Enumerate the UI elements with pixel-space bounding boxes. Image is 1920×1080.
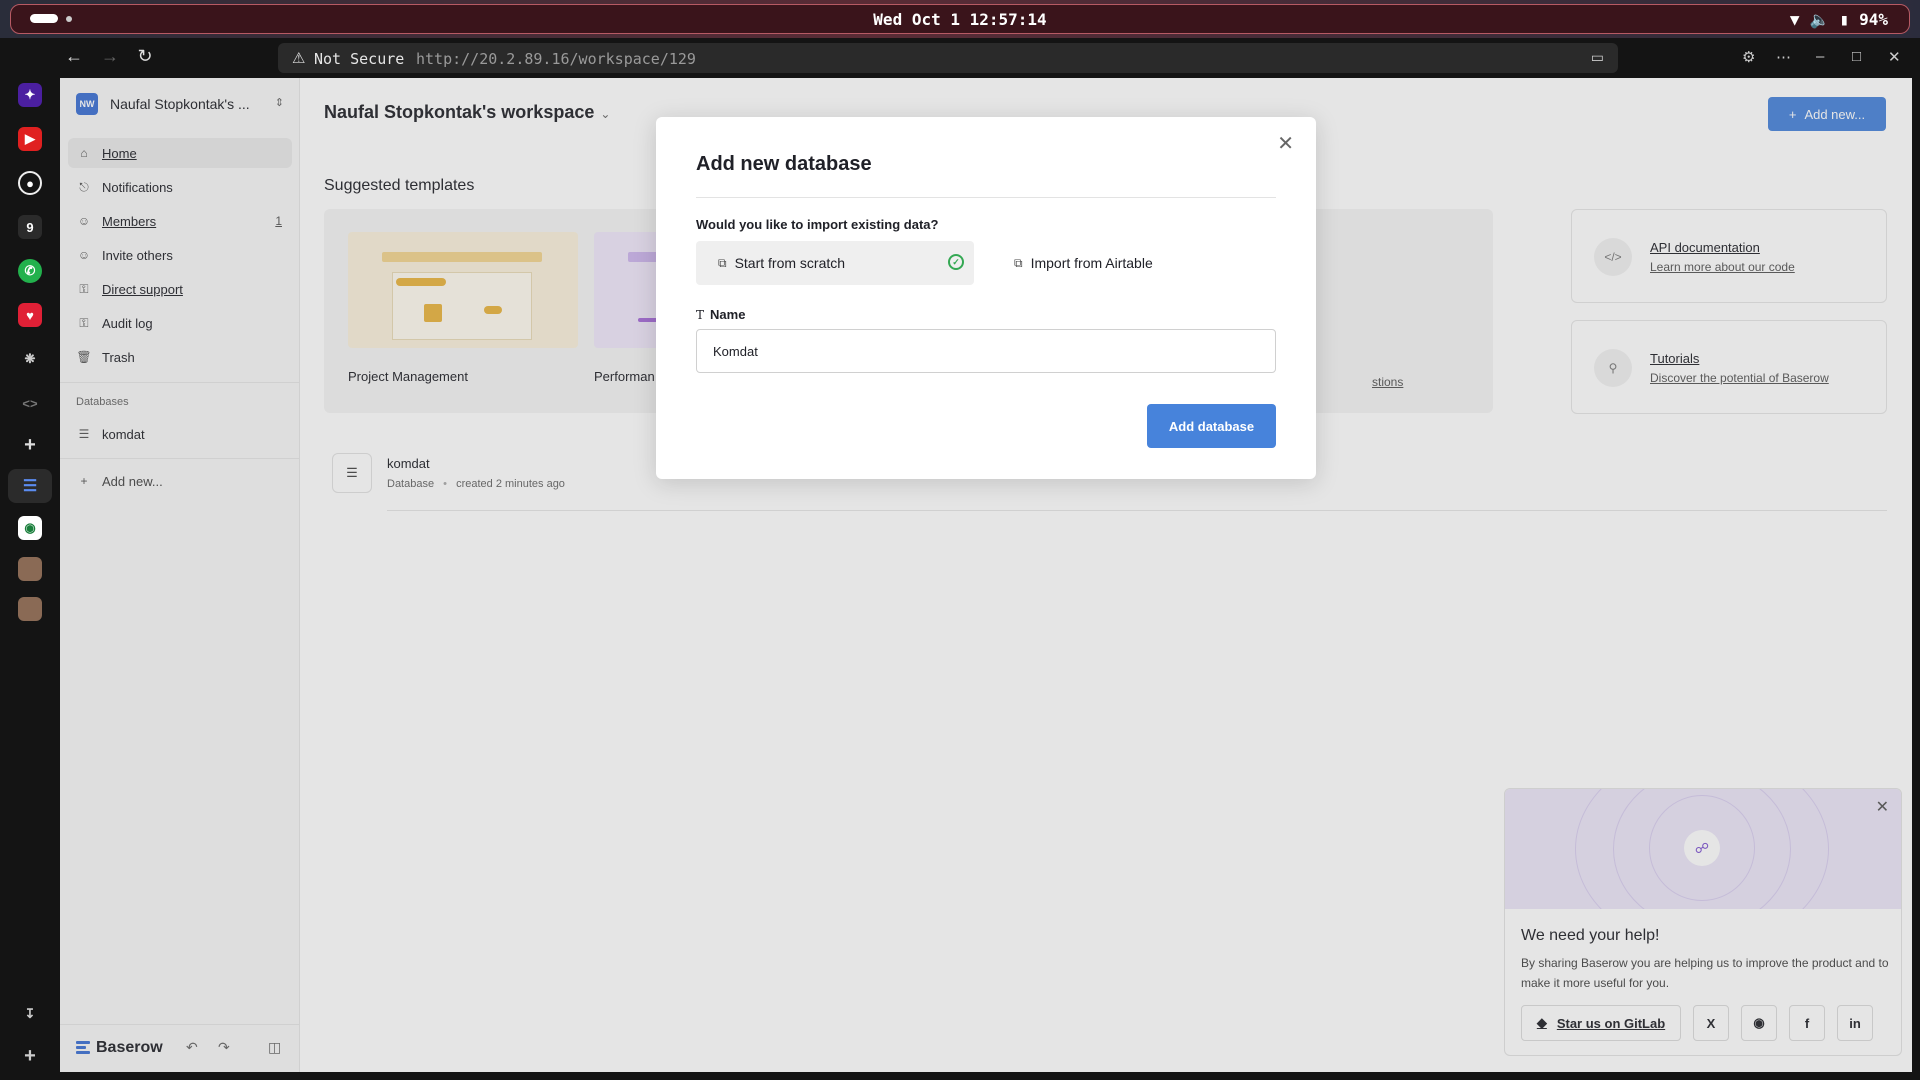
- checkmark-icon: ✓: [948, 254, 964, 270]
- os-clock: Wed Oct 1 12:57:14: [873, 10, 1047, 29]
- battery-icon: ▮: [1839, 10, 1850, 29]
- text-type-icon: T: [696, 308, 705, 322]
- add-database-modal: ✕ Add new database Would you like to imp…: [656, 117, 1316, 479]
- pocket-app-icon[interactable]: ♥: [18, 303, 42, 327]
- url-text[interactable]: http://20.2.89.16/workspace/129: [416, 50, 696, 68]
- brown-app-icon-2[interactable]: [18, 597, 42, 621]
- wifi-icon: ▼: [1789, 10, 1800, 29]
- add-app-icon[interactable]: +: [18, 433, 42, 457]
- copy-icon: ⧉: [1014, 255, 1023, 270]
- reload-icon[interactable]: ↻: [133, 46, 157, 67]
- whatsapp-app-icon[interactable]: ✆: [18, 259, 42, 283]
- code-app-icon[interactable]: <>: [18, 391, 42, 415]
- meet-app-icon[interactable]: ◉: [18, 516, 42, 540]
- name-label-text: Name: [710, 307, 746, 322]
- app-dock: ✦ ▶ ● 9 ✆ ♥ ❋ <> + ☰ ◉ ↧ +: [0, 78, 60, 1080]
- battery-percent: 94%: [1859, 10, 1888, 29]
- volume-icon: 🔈: [1809, 10, 1830, 29]
- option-label: Import from Airtable: [1030, 255, 1153, 271]
- youtube-app-icon[interactable]: ▶: [18, 127, 42, 151]
- copy-icon: ⧉: [718, 255, 727, 270]
- forward-arrow-icon[interactable]: →: [98, 46, 122, 67]
- extensions-icon[interactable]: ⚙: [1742, 48, 1755, 66]
- modal-divider: [696, 197, 1276, 198]
- back-arrow-icon[interactable]: ←: [62, 46, 86, 67]
- close-window-icon[interactable]: ✕: [1888, 48, 1901, 66]
- github-app-icon[interactable]: ●: [18, 171, 42, 195]
- import-airtable-option[interactable]: ⧉ Import from Airtable: [992, 241, 1276, 285]
- os-status-area[interactable]: ▼ 🔈 ▮ 94%: [1790, 10, 1888, 29]
- address-bar[interactable]: ⚠ Not Secure http://20.2.89.16/workspace…: [278, 43, 1618, 73]
- start-from-scratch-option[interactable]: ⧉ Start from scratch ✓: [696, 241, 974, 285]
- add-panel-icon[interactable]: +: [18, 1044, 42, 1068]
- proton-app-icon[interactable]: ✦: [18, 83, 42, 107]
- name-label: T Name: [696, 307, 745, 322]
- import-question: Would you like to import existing data?: [696, 217, 939, 232]
- more-menu-icon[interactable]: ⋯: [1776, 48, 1791, 66]
- database-name-input[interactable]: [696, 329, 1276, 373]
- modal-title: Add new database: [696, 153, 872, 175]
- add-database-button[interactable]: Add database: [1147, 404, 1276, 448]
- download-icon[interactable]: ↧: [18, 1002, 42, 1026]
- warning-icon: ⚠: [292, 50, 306, 67]
- close-icon[interactable]: ✕: [1277, 131, 1294, 156]
- os-top-bar: Wed Oct 1 12:57:14 ▼ 🔈 ▮ 94%: [0, 0, 1920, 38]
- brown-app-icon[interactable]: [18, 557, 42, 581]
- minimize-icon[interactable]: –: [1816, 48, 1824, 65]
- browser-toolbar: ← → ↻ ⚠ Not Secure http://20.2.89.16/wor…: [0, 38, 1920, 78]
- chatgpt-app-icon[interactable]: ❋: [18, 347, 42, 371]
- option-label: Start from scratch: [734, 255, 846, 271]
- nine-app-icon[interactable]: 9: [18, 215, 42, 239]
- bookmark-icon[interactable]: ▭: [1591, 49, 1604, 66]
- maximize-icon[interactable]: □: [1852, 48, 1861, 65]
- security-label: Not Secure: [314, 50, 405, 68]
- baserow-app-icon[interactable]: ☰: [8, 469, 52, 503]
